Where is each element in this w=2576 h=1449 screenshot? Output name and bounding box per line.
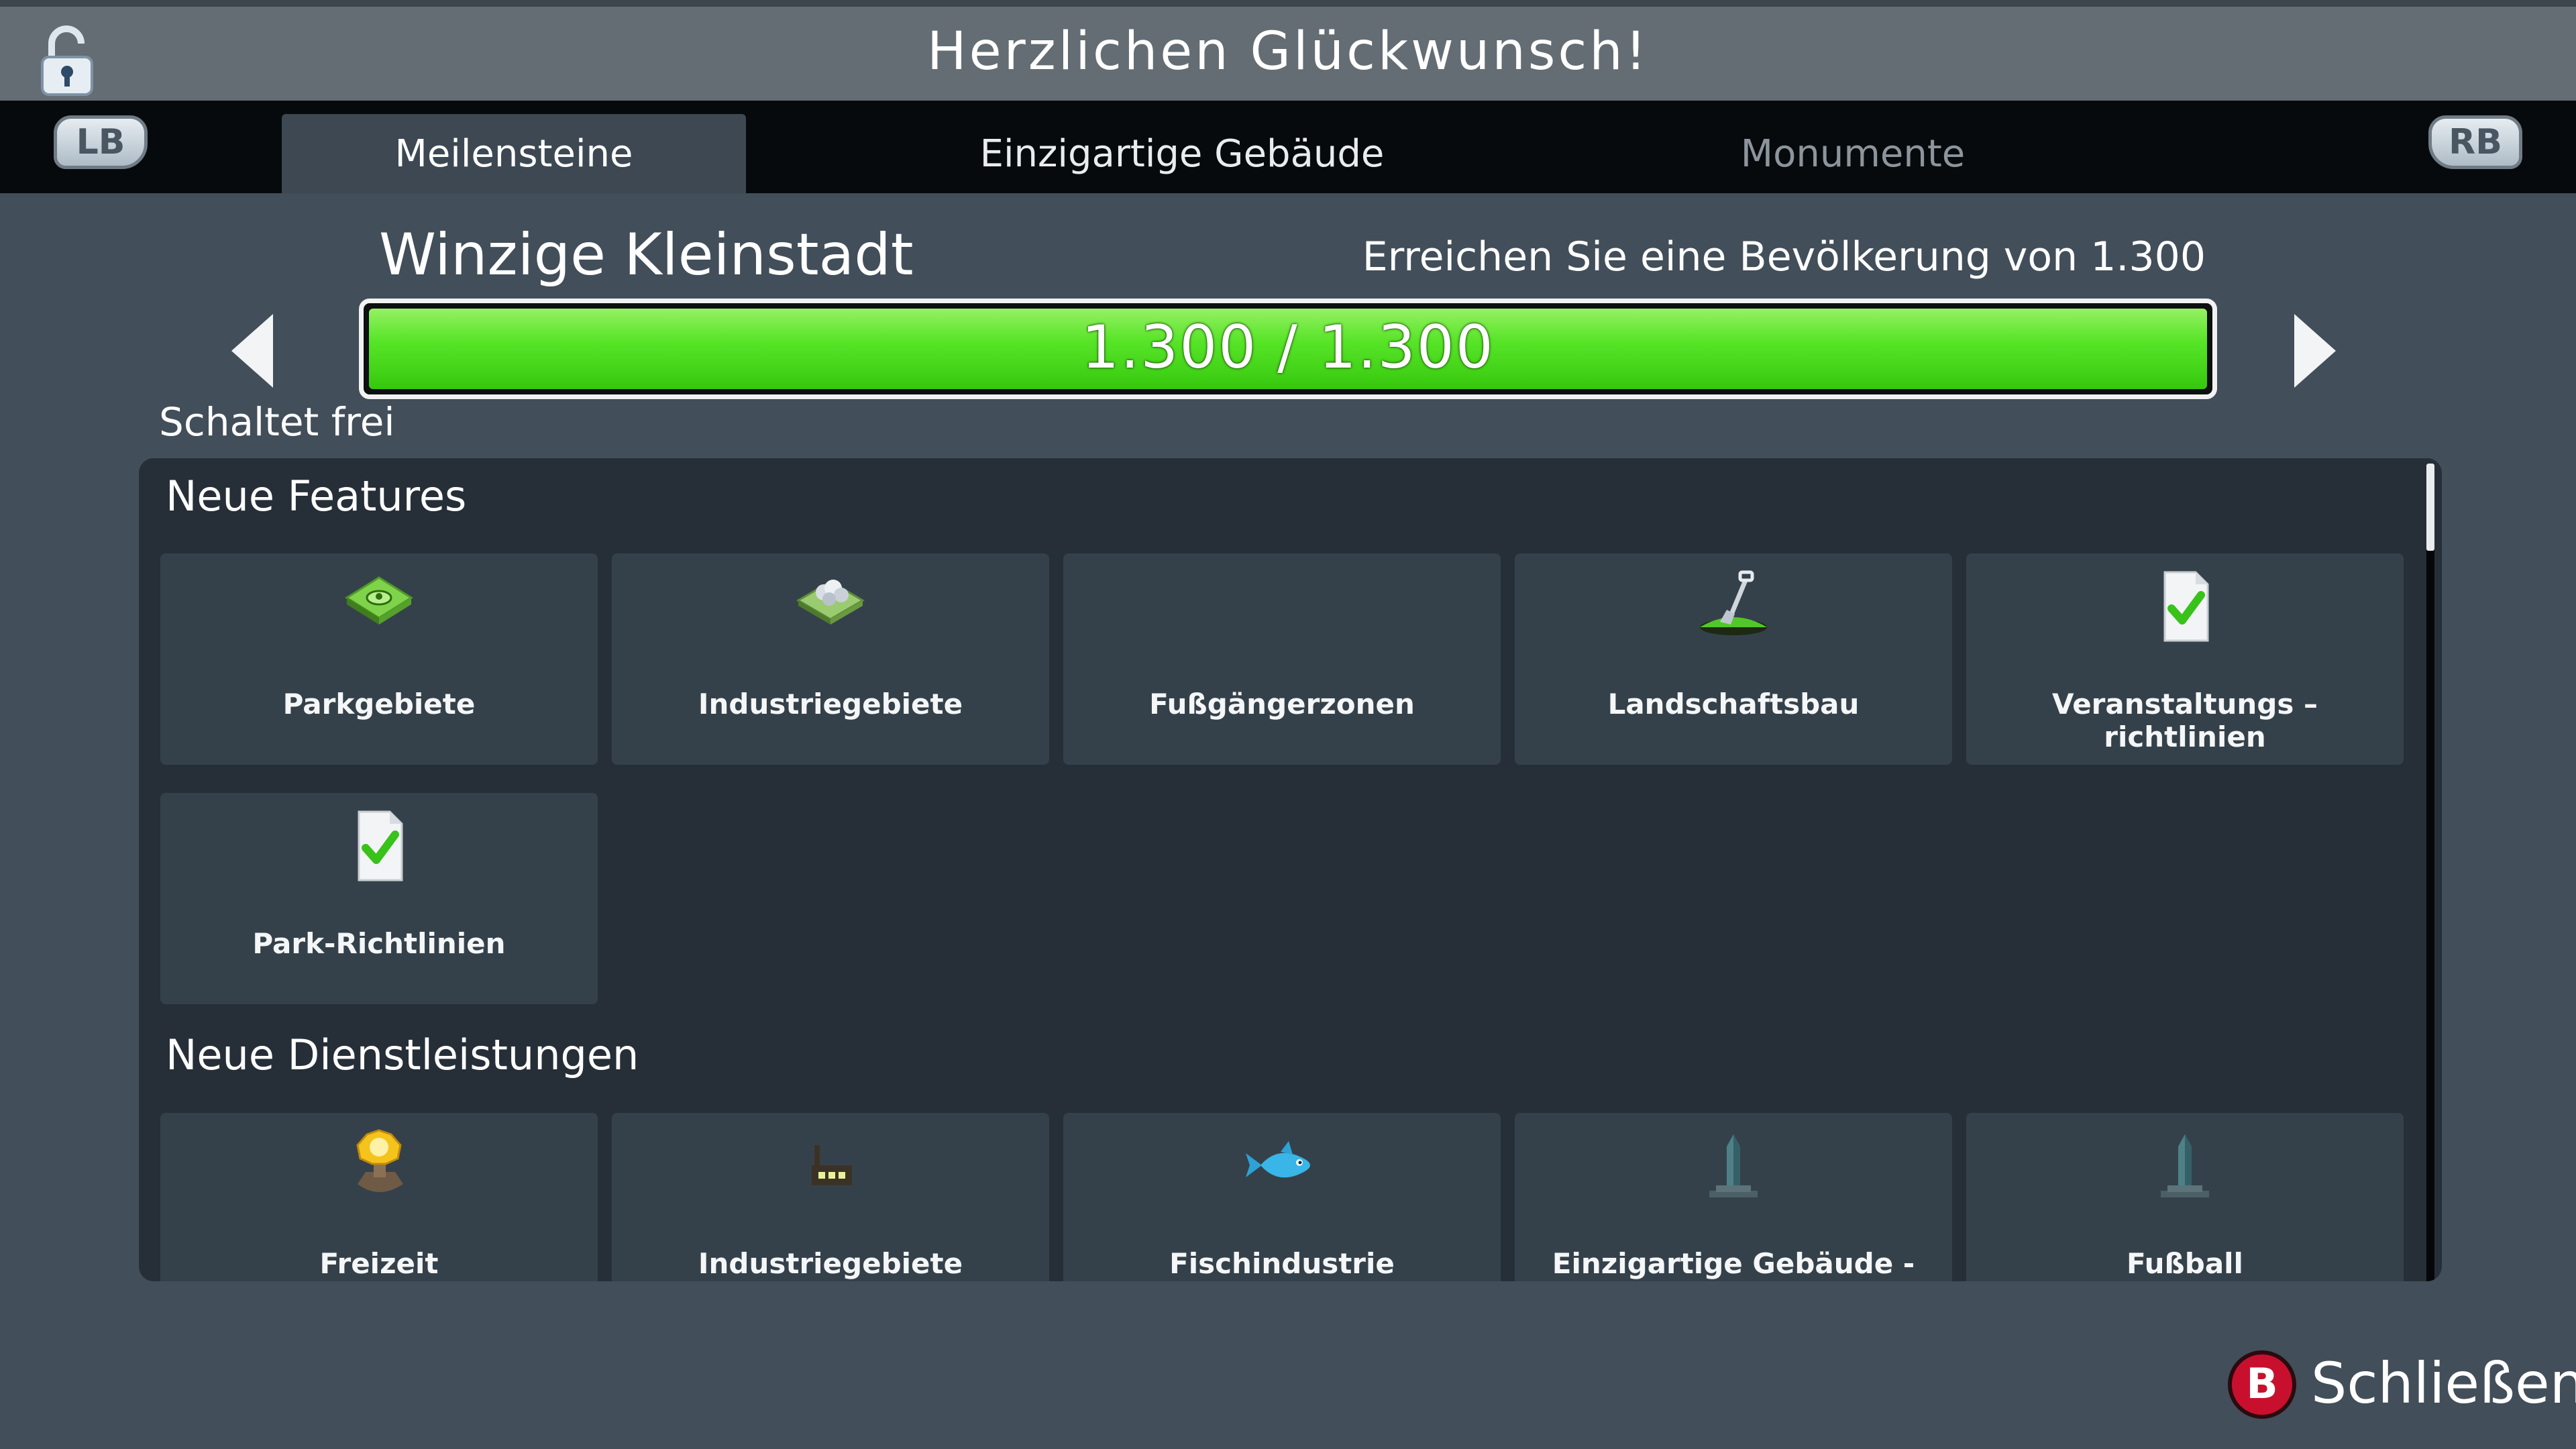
- unlocks-panel: Neue Features Parkgebiete Industriegebie…: [139, 458, 2442, 1281]
- feature-tile[interactable]: Industriegebiete: [612, 553, 1049, 765]
- service-label: Industriegebiete: [698, 1247, 963, 1280]
- factory-icon: [812, 1145, 852, 1185]
- feature-tile[interactable]: Parkgebiete: [160, 553, 598, 765]
- tab-unique-buildings[interactable]: Einzigartige Gebäude: [947, 114, 1417, 193]
- feature-label: Veranstaltungs – richtlinien: [2051, 688, 2318, 753]
- services-section-title: Neue Dienstleistungen: [166, 1030, 639, 1079]
- monument-icon: [1709, 1134, 1758, 1197]
- tab-monuments[interactable]: Monumente: [1618, 114, 2088, 193]
- milestone-requirement: Erreichen Sie eine Bevölkerung von 1.300: [1362, 233, 2206, 280]
- service-tile[interactable]: Freizeit: [160, 1113, 598, 1281]
- service-label: Fischindustrie: [1169, 1247, 1395, 1280]
- feature-tile[interactable]: Park-Richtlinien: [160, 793, 598, 1004]
- title-bar: Herzlichen Glückwunsch!: [0, 0, 2576, 101]
- service-tile[interactable]: Einzigartige Gebäude - Stufe 2: [1515, 1113, 1952, 1281]
- rb-bumper-button[interactable]: RB: [2428, 115, 2522, 169]
- b-button-icon: B: [2228, 1350, 2296, 1419]
- leisure-icon: [356, 1129, 403, 1192]
- service-tile[interactable]: Fischindustrie: [1063, 1113, 1501, 1281]
- monument-icon: [2161, 1134, 2209, 1197]
- tab-milestones[interactable]: Meilensteine: [282, 114, 746, 193]
- close-label: Schließen: [2311, 1350, 2576, 1416]
- feature-label: Landschaftsbau: [1607, 688, 1860, 720]
- scrollbar-thumb[interactable]: [2426, 464, 2434, 551]
- feature-tile[interactable]: Fußgängerzonen: [1063, 553, 1501, 765]
- feature-tile[interactable]: Veranstaltungs – richtlinien: [1966, 553, 2404, 765]
- feature-label: Industriegebiete: [698, 688, 963, 720]
- feature-label: Parkgebiete: [282, 688, 476, 720]
- lb-bumper-button[interactable]: LB: [54, 115, 148, 169]
- previous-milestone-arrow-icon[interactable]: [231, 314, 273, 388]
- landscaping-shovel-icon: [1700, 570, 1767, 635]
- service-tile[interactable]: Fußball: [1966, 1113, 2404, 1281]
- page-title: Herzlichen Glückwunsch!: [926, 21, 1650, 82]
- milestone-name: Winzige Kleinstadt: [379, 221, 914, 288]
- tab-bar: LB Meilensteine Einzigartige Gebäude Mon…: [0, 101, 2576, 193]
- service-label: Einzigartige Gebäude - Stufe 2: [1552, 1247, 1915, 1281]
- feature-label: Park-Richtlinien: [252, 927, 506, 960]
- progress-text: 1.300 / 1.300: [1081, 313, 1495, 382]
- next-milestone-arrow-icon[interactable]: [2294, 314, 2336, 388]
- feature-tile[interactable]: Landschaftsbau: [1515, 553, 1952, 765]
- policy-document-check-icon: [2163, 571, 2209, 642]
- fish-icon: [1246, 1141, 1310, 1178]
- milestone-progress-bar: 1.300 / 1.300: [359, 299, 2217, 399]
- service-label: Fußball: [2127, 1247, 2243, 1280]
- industry-area-icon: [796, 580, 865, 625]
- park-area-icon: [345, 576, 413, 625]
- service-label: Freizeit: [319, 1247, 439, 1280]
- policy-document-check-icon: [358, 810, 403, 881]
- features-section-title: Neue Features: [166, 472, 467, 521]
- feature-label: Fußgängerzonen: [1149, 688, 1415, 720]
- b-button-key: B: [2246, 1359, 2277, 1408]
- service-tile[interactable]: Industriegebiete: [612, 1113, 1049, 1281]
- unlocks-label: Schaltet frei: [159, 399, 395, 445]
- scrollbar[interactable]: [2426, 464, 2434, 1281]
